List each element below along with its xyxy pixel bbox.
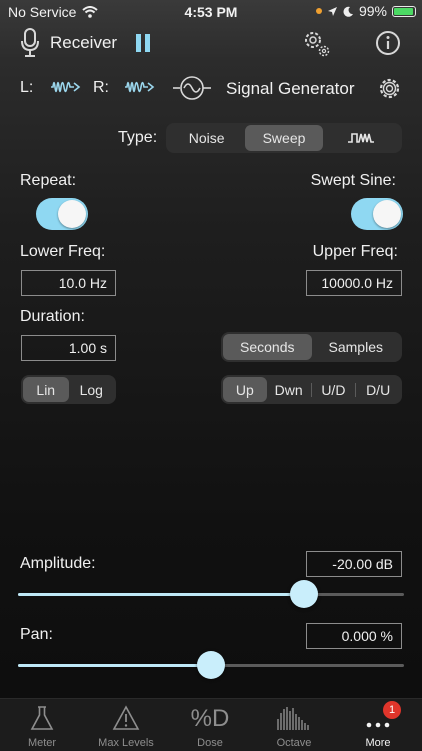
lower-freq-field[interactable]: 10.0 Hz: [21, 270, 116, 296]
mode-label[interactable]: Receiver: [50, 33, 117, 53]
type-option-noise[interactable]: Noise: [168, 125, 245, 151]
left-channel-label: L:: [20, 79, 34, 96]
amplitude-slider-track[interactable]: [18, 593, 404, 596]
scale-option-log[interactable]: Log: [69, 377, 115, 402]
direction-option-down-up[interactable]: D/U: [356, 377, 400, 402]
bars-icon: [277, 707, 309, 730]
warning-icon: [112, 705, 140, 730]
tab-more[interactable]: 1 More: [336, 699, 420, 751]
orange-dot-icon: [315, 8, 322, 14]
pan-field[interactable]: 0.000 %: [306, 623, 402, 649]
tab-label: More: [365, 737, 391, 749]
duration-label: Duration:: [20, 308, 85, 325]
battery-icon: [392, 5, 416, 17]
swept-sine-toggle[interactable]: [351, 198, 403, 230]
toggle-knob: [58, 200, 86, 228]
units-option-seconds[interactable]: Seconds: [223, 334, 312, 360]
repeat-toggle[interactable]: [36, 198, 88, 230]
tab-octave[interactable]: Octave: [252, 699, 336, 751]
scale-option-lin[interactable]: Lin: [23, 377, 69, 402]
direction-option-down[interactable]: Dwn: [267, 377, 311, 402]
lower-freq-label: Lower Freq:: [20, 243, 106, 260]
status-right: 99%: [315, 3, 416, 19]
status-bar: No Service 4:53 PM 99%: [0, 0, 422, 22]
info-icon[interactable]: [375, 30, 401, 56]
scale-segmented-control: Lin Log: [21, 375, 116, 404]
direction-option-up-down[interactable]: U/D: [312, 377, 356, 402]
amplitude-slider-thumb[interactable]: [290, 580, 318, 608]
upper-freq-label: Upper Freq:: [312, 243, 398, 260]
units-option-samples[interactable]: Samples: [312, 334, 401, 360]
pulse-wave-icon: [348, 133, 375, 143]
battery-percent: 99%: [358, 3, 387, 19]
right-sweep-wave-icon[interactable]: [124, 76, 156, 98]
location-icon: [327, 6, 337, 16]
microphone-icon[interactable]: [20, 28, 40, 58]
upper-freq-field[interactable]: 10000.0 Hz: [306, 270, 402, 296]
pan-slider-fill: [18, 664, 211, 667]
generator-title: Signal Generator: [226, 79, 355, 98]
tab-dose[interactable]: %D Dose: [168, 699, 252, 751]
tab-max-levels[interactable]: Max Levels: [84, 699, 168, 751]
generator-settings-gear-icon[interactable]: [377, 76, 402, 101]
notification-badge: 1: [383, 701, 401, 719]
gear-icon[interactable]: [300, 27, 332, 59]
repeat-label: Repeat:: [20, 172, 77, 189]
tab-label: Max Levels: [98, 737, 154, 749]
tab-meter[interactable]: Meter: [0, 699, 84, 751]
amplitude-slider-fill: [18, 593, 304, 596]
left-sweep-wave-icon[interactable]: [50, 76, 82, 98]
moon-icon: [343, 6, 353, 17]
type-segmented-control: Noise Sweep: [166, 123, 402, 153]
type-option-sweep[interactable]: Sweep: [245, 125, 323, 151]
tab-label: Meter: [27, 737, 57, 749]
percent-d-icon: %D: [190, 705, 230, 732]
tab-label: Octave: [276, 737, 312, 749]
flask-icon: [30, 706, 54, 730]
amplitude-label: Amplitude:: [20, 555, 96, 572]
signal-generator-icon: [173, 76, 211, 100]
duration-field[interactable]: 1.00 s: [21, 335, 116, 361]
tab-label: Dose: [197, 737, 223, 749]
pause-icon[interactable]: [136, 34, 150, 52]
direction-option-up[interactable]: Up: [223, 377, 267, 402]
pan-slider-thumb[interactable]: [197, 651, 225, 679]
pan-label: Pan:: [20, 626, 53, 643]
swept-sine-label: Swept Sine:: [310, 172, 396, 189]
amplitude-field[interactable]: -20.00 dB: [306, 551, 402, 577]
toggle-knob: [373, 200, 401, 228]
right-channel-label: R:: [93, 79, 109, 96]
tab-bar: Meter Max Levels %D Dose Octave 1 More: [0, 698, 422, 751]
type-option-pulse[interactable]: [323, 125, 400, 151]
direction-segmented-control: Up Dwn U/D D/U: [221, 375, 402, 404]
units-segmented-control: Seconds Samples: [221, 332, 402, 362]
type-label: Type:: [118, 129, 158, 146]
